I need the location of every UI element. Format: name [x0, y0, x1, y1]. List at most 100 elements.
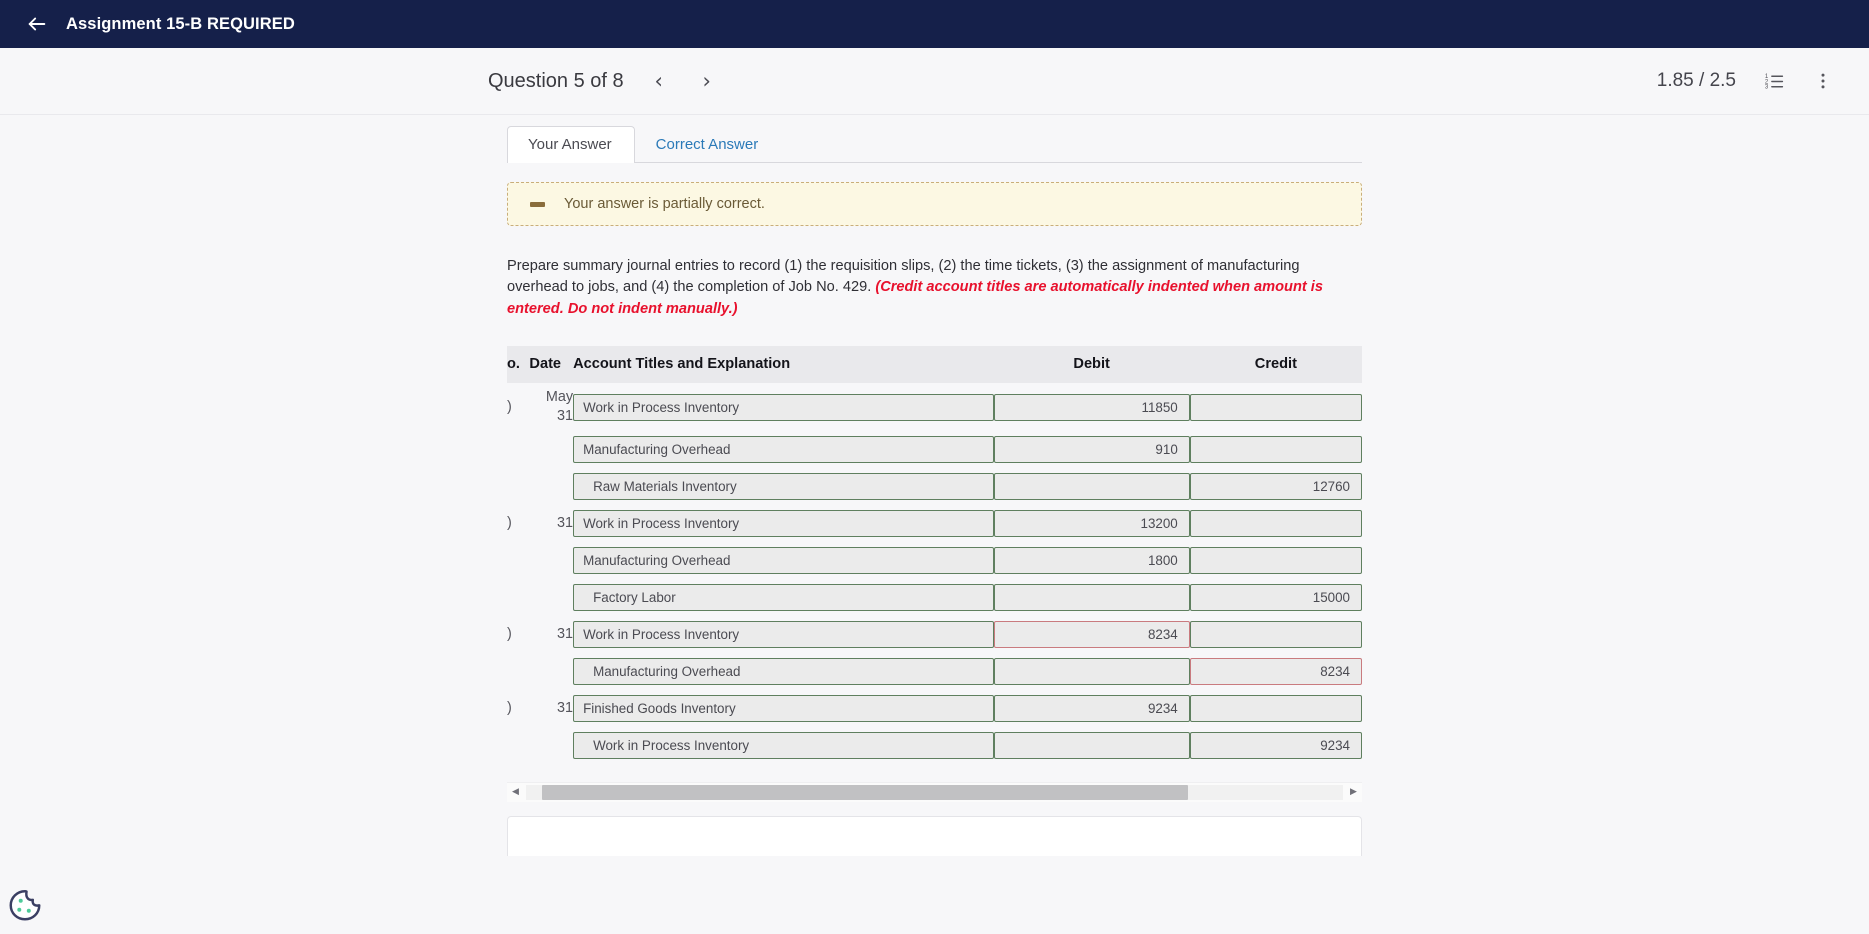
alert-message: Your answer is partially correct. [564, 196, 765, 212]
credit-cell [1189, 616, 1362, 653]
entry-number-cell [507, 468, 521, 505]
column-header-credit: Credit [1189, 346, 1362, 384]
account-title-input[interactable] [573, 546, 994, 574]
credit-input[interactable] [1189, 472, 1362, 500]
credit-cell [1189, 727, 1362, 764]
debit-input[interactable] [993, 657, 1190, 685]
debit-input[interactable] [993, 472, 1190, 500]
scrollbar-thumb[interactable] [542, 784, 1188, 800]
credit-input[interactable] [1189, 731, 1362, 759]
column-header-date: Date [521, 346, 574, 384]
account-title-cell [573, 431, 994, 468]
credit-input[interactable] [1189, 546, 1362, 574]
tab-your-answer[interactable]: Your Answer [507, 126, 635, 163]
entry-date-cell: 31 [557, 514, 574, 531]
scroll-left-arrow-icon[interactable]: ◀ [507, 784, 524, 801]
next-section-panel [507, 815, 1362, 856]
column-header-debit: Debit [993, 346, 1190, 384]
debit-input[interactable] [993, 731, 1190, 759]
account-title-input[interactable] [573, 393, 994, 421]
entry-number-cell [507, 727, 521, 764]
app-header: Assignment 15-B REQUIRED [0, 0, 1869, 48]
credit-input[interactable] [1189, 620, 1362, 648]
question-prompt: Prepare summary journal entries to recor… [507, 256, 1362, 320]
account-title-cell [573, 653, 994, 690]
scrollbar-track[interactable] [526, 784, 1343, 800]
more-vertical-icon[interactable] [1813, 71, 1833, 91]
debit-cell [993, 727, 1190, 764]
debit-input[interactable] [993, 620, 1190, 648]
score-display: 1.85 / 2.5 [1656, 70, 1736, 91]
debit-input[interactable] [993, 509, 1190, 537]
column-header-account: Account Titles and Explanation [573, 346, 994, 384]
account-title-cell [573, 690, 994, 727]
previous-question-button[interactable]: ‹ [646, 70, 672, 92]
account-title-cell [573, 727, 994, 764]
entry-number-cell: ) [507, 700, 512, 717]
table-row: ) May 31 [507, 383, 1362, 430]
entry-number-cell [507, 431, 521, 468]
account-title-cell [573, 579, 994, 616]
account-title-input[interactable] [573, 583, 994, 611]
account-title-input[interactable] [573, 731, 994, 759]
next-question-button[interactable]: › [694, 70, 720, 92]
partial-credit-alert: Your answer is partially correct. [507, 182, 1362, 226]
debit-input[interactable] [993, 583, 1190, 611]
debit-cell [993, 383, 1190, 430]
credit-input[interactable] [1189, 657, 1362, 685]
account-title-input[interactable] [573, 694, 994, 722]
credit-input[interactable] [1189, 393, 1362, 421]
cookie-icon[interactable] [6, 886, 44, 924]
entry-date-cell: May 31 [545, 389, 574, 425]
question-nav: Question 5 of 8 ‹ › [488, 70, 720, 93]
debit-input[interactable] [993, 435, 1190, 463]
credit-cell [1189, 653, 1362, 690]
tab-correct-answer[interactable]: Correct Answer [635, 126, 782, 163]
account-title-input[interactable] [573, 509, 994, 537]
partial-dash-icon [530, 201, 545, 207]
question-toolbar-actions: 1.85 / 2.5 1 2 3 [1657, 48, 1833, 114]
table-horizontal-scrollbar[interactable]: ◀ ▶ [507, 781, 1362, 802]
account-title-cell [573, 505, 994, 542]
journal-entry-table-wrapper: o. Date Account Titles and Explanation D… [507, 346, 1362, 763]
credit-input[interactable] [1189, 509, 1362, 537]
scroll-right-arrow-icon[interactable]: ▶ [1345, 784, 1362, 801]
assignment-title: Assignment 15-B REQUIRED [66, 14, 295, 33]
debit-cell [993, 468, 1190, 505]
debit-input[interactable] [993, 694, 1190, 722]
debit-cell [993, 690, 1190, 727]
credit-input[interactable] [1189, 435, 1362, 463]
account-title-input[interactable] [573, 657, 994, 685]
table-row [507, 653, 1362, 690]
entry-date-cell [521, 431, 573, 468]
credit-cell [1189, 431, 1362, 468]
entry-number-cell: ) [507, 515, 512, 532]
journal-entry-table: o. Date Account Titles and Explanation D… [507, 346, 1362, 763]
debit-cell [993, 431, 1190, 468]
credit-input[interactable] [1189, 583, 1362, 611]
account-title-input[interactable] [573, 435, 994, 463]
table-row [507, 727, 1362, 764]
entry-date-cell [521, 468, 573, 505]
account-title-cell [573, 542, 994, 579]
question-toolbar: Question 5 of 8 ‹ › 1.85 / 2.5 1 2 3 [0, 48, 1869, 115]
entry-number-cell [507, 579, 521, 616]
credit-cell [1189, 542, 1362, 579]
answer-panel: Your Answer Correct Answer Your answer i… [507, 115, 1362, 856]
entry-date-cell [521, 653, 573, 690]
account-title-input[interactable] [573, 620, 994, 648]
credit-cell [1189, 468, 1362, 505]
entry-date-cell [521, 542, 573, 579]
entry-date-cell [521, 579, 573, 616]
table-header-row: o. Date Account Titles and Explanation D… [507, 346, 1362, 384]
answer-tabs: Your Answer Correct Answer [507, 123, 1362, 163]
numbered-list-icon[interactable]: 1 2 3 [1764, 71, 1785, 92]
back-arrow-icon[interactable] [26, 13, 48, 35]
account-title-cell [573, 616, 994, 653]
debit-input[interactable] [993, 546, 1190, 574]
debit-input[interactable] [993, 393, 1190, 421]
credit-input[interactable] [1189, 694, 1362, 722]
table-row [507, 431, 1362, 468]
account-title-input[interactable] [573, 472, 994, 500]
question-counter: Question 5 of 8 [488, 69, 624, 92]
